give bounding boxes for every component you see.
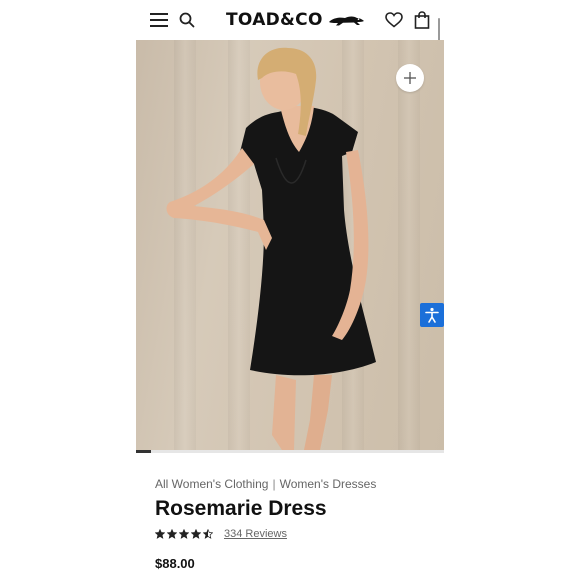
search-icon[interactable] [177,10,197,30]
model-photo [166,47,376,450]
site-header: TOAD&CO [136,0,444,64]
product-price: $88.00 [155,556,195,571]
gallery-progress-fill [136,450,152,453]
zoom-button[interactable] [396,64,424,92]
star-icon [203,529,213,539]
reviews-link[interactable]: 334 Reviews [224,528,287,540]
star-icon [167,529,177,539]
accessibility-button[interactable] [420,303,444,327]
product-image[interactable] [136,40,444,450]
brand-logo[interactable]: TOAD&CO [226,9,365,31]
accessibility-icon [425,307,439,323]
rating-row: 334 Reviews [155,527,287,541]
star-icon [155,529,165,539]
mobile-page: TOAD&CO All Women's Clothing | Women's D… [136,0,444,580]
plus-icon [404,72,416,84]
shopping-bag-icon[interactable] [412,10,432,30]
product-title: Rosemarie Dress [155,497,327,520]
breadcrumb: All Women's Clothing | Women's Dresses [155,477,376,491]
breadcrumb-link-all-womens-clothing[interactable]: All Women's Clothing [155,477,268,491]
breadcrumb-separator: | [272,477,276,491]
gallery-progress-bar [136,450,444,453]
hamburger-menu-icon[interactable] [149,10,169,30]
breadcrumb-link-womens-dresses[interactable]: Women's Dresses [280,477,377,491]
logo-text: TOAD&CO [226,10,323,30]
star-rating [155,529,213,539]
heart-icon[interactable] [384,10,404,30]
star-icon [179,529,189,539]
star-icon [191,529,201,539]
toad-logo-icon [328,16,364,26]
